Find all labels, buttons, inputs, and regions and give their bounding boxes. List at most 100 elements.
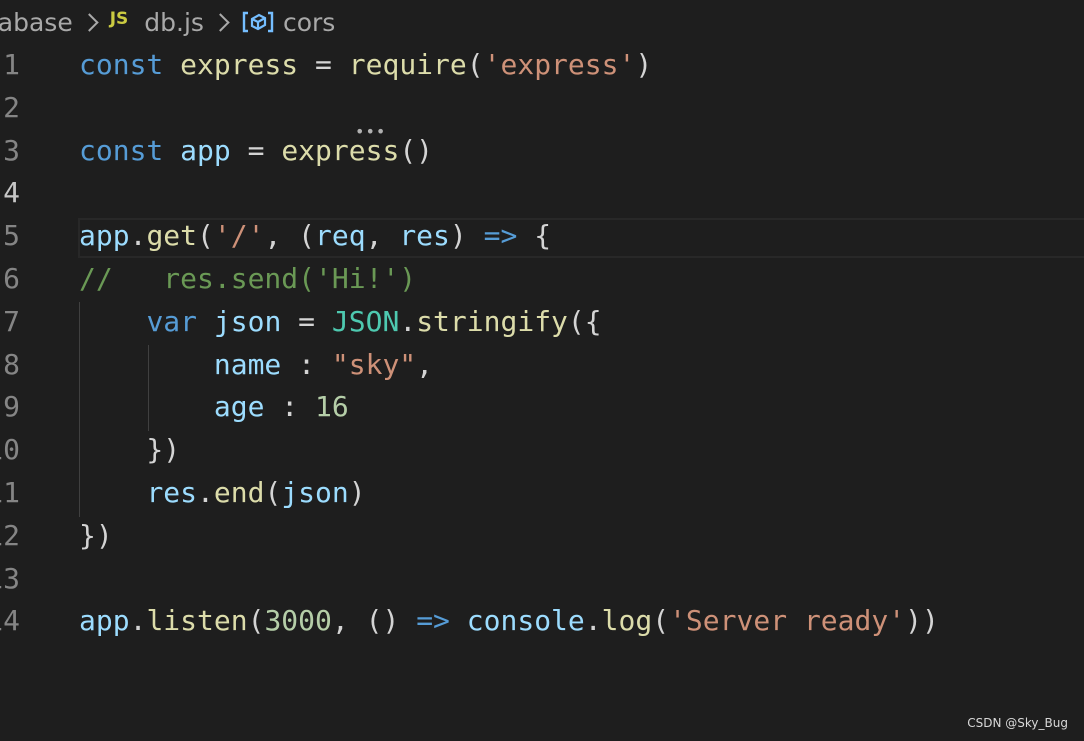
code-line[interactable]: 6 // res.send('Hi!') <box>0 258 1084 301</box>
line-number: 5 <box>3 219 20 253</box>
code-token: ) <box>348 475 366 509</box>
code-line[interactable]: 14app.listen(3000, () => console.log('Se… <box>0 600 1084 643</box>
code-token: }) <box>79 518 113 552</box>
code-text: const express = require('express') <box>79 44 652 87</box>
code-line[interactable]: 5 app.get('/', (req, res) => { <box>0 215 1084 258</box>
line-number: 7 <box>3 304 20 338</box>
code-line[interactable]: 1 const express = require('express') <box>0 44 1084 87</box>
code-token: // res.send('Hi!') <box>79 261 417 295</box>
code-text: }) <box>79 429 180 472</box>
code-line[interactable]: 9 age : 16 <box>0 386 1084 429</box>
code-token: . <box>129 604 147 638</box>
breadcrumb-file[interactable]: db.js <box>144 8 204 37</box>
code-token: ( <box>466 48 484 81</box>
chevron-right-icon <box>211 12 230 32</box>
chevron-right-icon <box>80 12 99 32</box>
code-token: ( <box>652 604 670 638</box>
code-token: , <box>416 347 434 381</box>
code-token: app <box>79 604 130 638</box>
code-token: = <box>298 48 349 81</box>
line-number: 3 <box>3 133 20 167</box>
line-number: 9 <box>3 390 20 424</box>
javascript-file-icon: JS <box>109 9 129 29</box>
code-text: var json = JSON.stringify({ <box>79 301 601 344</box>
code-token: ( <box>197 219 214 253</box>
code-token: stringify <box>416 304 568 338</box>
code-token: . <box>399 304 417 338</box>
code-token: . <box>129 219 147 253</box>
code-text: age : 16 <box>79 386 349 429</box>
code-token: listen <box>146 604 248 638</box>
line-number: 12 <box>0 518 20 552</box>
code-token: . <box>197 475 214 509</box>
code-text: }) <box>79 515 113 558</box>
code-token: ) <box>449 219 484 253</box>
code-token: = <box>281 304 332 338</box>
code-token: ) <box>635 48 653 81</box>
code-token: : <box>264 390 316 424</box>
code-token: = <box>230 133 282 167</box>
code-token: ( <box>264 475 282 509</box>
line-number: 4 <box>3 176 20 210</box>
code-text: res.end(json) <box>79 472 366 515</box>
code-line[interactable]: 12}) <box>0 515 1084 558</box>
code-token: console <box>466 604 585 638</box>
code-token: 3000 <box>264 604 332 638</box>
code-editor[interactable]: ••• 1 const express = require('express') 2… <box>0 44 1084 643</box>
line-number: 14 <box>0 604 20 638</box>
breadcrumb-symbol[interactable]: cors <box>283 8 335 37</box>
code-line[interactable]: 3 const app = express() <box>0 130 1084 173</box>
line-number: 1 <box>3 48 20 81</box>
code-token: get <box>146 219 198 253</box>
breadcrumb: tabase JS db.js cors <box>0 0 335 44</box>
code-token: '/' <box>213 219 265 253</box>
code-token: var <box>146 304 198 338</box>
code-token: json <box>281 475 349 509</box>
code-token: 'express' <box>483 48 636 81</box>
code-token: "sky" <box>331 347 417 381</box>
code-token: , <box>365 219 400 253</box>
code-token: express <box>281 133 400 167</box>
code-line[interactable]: 11 res.end(json) <box>0 472 1084 515</box>
code-token: )) <box>905 604 939 638</box>
code-token: res <box>146 475 198 509</box>
breadcrumb-folder[interactable]: tabase <box>0 8 73 37</box>
code-token: app <box>180 133 231 167</box>
code-token: 'Server ready' <box>669 604 906 638</box>
code-token: log <box>601 604 653 638</box>
line-number: 6 <box>3 261 20 295</box>
code-token: const <box>79 48 164 81</box>
code-text: name : "sky", <box>79 344 433 387</box>
code-token: ( <box>247 604 265 638</box>
code-line[interactable]: 8 name : "sky", <box>0 344 1084 387</box>
line-number: 11 <box>0 475 20 509</box>
code-token: JSON <box>331 304 400 338</box>
code-token: json <box>213 304 282 338</box>
code-token: const <box>79 133 164 167</box>
line-number: 2 <box>3 90 20 124</box>
code-line[interactable]: 4 <box>0 172 1084 215</box>
code-token: . <box>584 604 602 638</box>
code-token: { <box>517 219 552 253</box>
variable-symbol-icon <box>241 10 275 34</box>
code-token: () <box>399 133 434 167</box>
line-number: 8 <box>3 347 20 381</box>
code-token: age <box>213 390 265 424</box>
code-text: app.get('/', (req, res) => { <box>79 215 551 258</box>
code-token: require <box>348 48 467 81</box>
code-line[interactable]: 13 <box>0 558 1084 601</box>
code-token: , ( <box>264 219 316 253</box>
code-token: app <box>79 219 130 253</box>
code-line[interactable]: 2 <box>0 87 1084 130</box>
code-text: // res.send('Hi!') <box>79 258 416 301</box>
code-line[interactable]: 7 var json = JSON.stringify({ <box>0 301 1084 344</box>
code-line[interactable]: 10 }) <box>0 429 1084 472</box>
code-token: name <box>213 347 282 381</box>
